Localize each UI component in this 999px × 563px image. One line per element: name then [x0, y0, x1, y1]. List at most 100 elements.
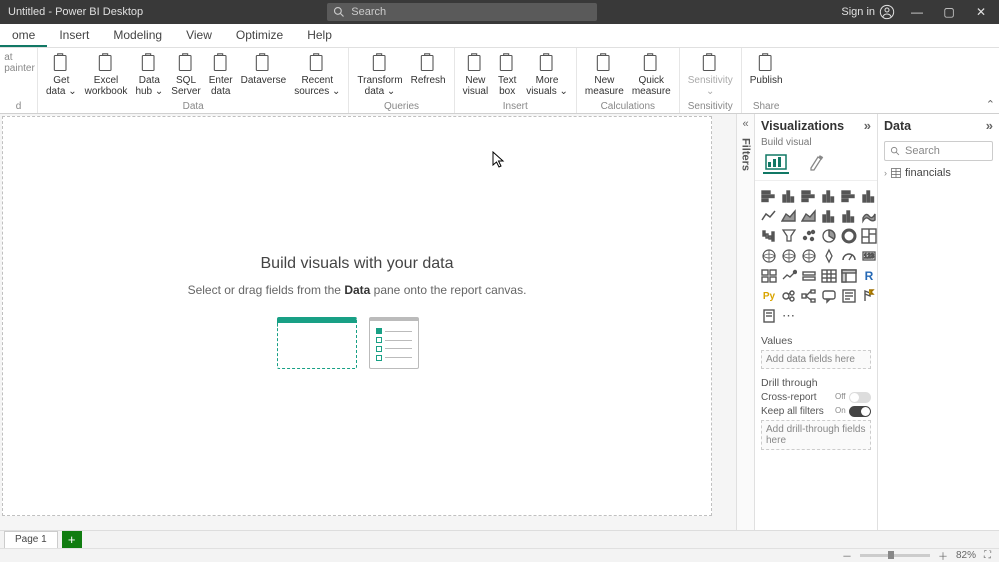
data-search-input[interactable]: Search	[884, 141, 993, 161]
ribbon-btn-g-queries-1[interactable]: Refresh	[407, 52, 450, 86]
close-button[interactable]: ✕	[971, 5, 991, 19]
tab-home[interactable]: ome	[0, 24, 47, 47]
viz-kpi[interactable]	[780, 267, 798, 285]
viz-pie[interactable]	[820, 227, 838, 245]
ribbon-icon	[369, 52, 391, 74]
tab-modeling[interactable]: Modeling	[101, 24, 174, 47]
viz-key-influencers[interactable]	[780, 287, 798, 305]
viz-clustered-bar[interactable]	[800, 187, 818, 205]
report-canvas[interactable]: Build visuals with your data Select or d…	[2, 116, 712, 516]
keep-filters-toggle[interactable]: On	[849, 406, 871, 417]
format-visual-tab[interactable]	[805, 152, 831, 174]
main-area: Build visuals with your data Select or d…	[0, 114, 999, 532]
page-tab-1[interactable]: Page 1	[4, 531, 58, 548]
viz-stacked-area[interactable]	[800, 207, 818, 225]
values-field-well[interactable]: Add data fields here	[761, 350, 871, 369]
viz-qna[interactable]	[820, 287, 838, 305]
viz-stacked-column[interactable]	[780, 187, 798, 205]
viz-100-bar[interactable]	[840, 187, 858, 205]
viz-waterfall[interactable]	[760, 227, 778, 245]
global-search[interactable]: Search	[327, 3, 597, 21]
ribbon-icon	[536, 52, 558, 74]
viz-arcgis[interactable]	[820, 247, 838, 265]
ribbon-btn-g-insert-2[interactable]: More visuals ⌄	[522, 52, 572, 97]
collapse-viz-icon[interactable]: »	[864, 118, 871, 133]
viz-decomposition[interactable]	[800, 287, 818, 305]
viz-ribbon[interactable]	[860, 207, 878, 225]
minimize-button[interactable]: ―	[907, 5, 927, 19]
table-financials[interactable]: › financials	[884, 165, 993, 181]
viz-map[interactable]	[760, 247, 778, 265]
viz-matrix[interactable]	[840, 267, 858, 285]
format-painter-button[interactable]: at painter	[4, 52, 35, 74]
viz-more[interactable]: ⋯	[780, 307, 798, 325]
viz-funnel[interactable]	[780, 227, 798, 245]
ribbon-btn-g-data-2[interactable]: Data hub ⌄	[131, 52, 167, 97]
ribbon-btn-g-data-5[interactable]: Dataverse	[237, 52, 291, 86]
viz-100-column[interactable]	[860, 187, 878, 205]
menu-tabs: ome Insert Modeling View Optimize Help	[0, 24, 999, 48]
tab-insert[interactable]: Insert	[47, 24, 101, 47]
tab-optimize[interactable]: Optimize	[224, 24, 295, 47]
viz-line-column2[interactable]	[840, 207, 858, 225]
collapse-data-icon[interactable]: »	[986, 118, 993, 133]
maximize-button[interactable]: ▢	[939, 5, 959, 19]
viz-donut[interactable]	[840, 227, 858, 245]
build-visual-tab[interactable]	[763, 152, 789, 174]
viz-line-column[interactable]	[820, 207, 838, 225]
ribbon-btn-g-calc-0[interactable]: New measure	[581, 52, 628, 97]
visualizations-pane: Visualizations » Build visual 123RPy⋯ Va…	[754, 114, 877, 532]
chevron-right-icon: ›	[884, 168, 887, 178]
viz-azure-map[interactable]	[800, 247, 818, 265]
ribbon-btn-g-insert-0[interactable]: New visual	[459, 52, 493, 97]
ribbon-btn-g-queries-0[interactable]: Transform data ⌄	[353, 52, 406, 97]
viz-narrative[interactable]	[840, 287, 858, 305]
ribbon-btn-g-data-3[interactable]: SQL Server	[167, 52, 204, 97]
viz-r[interactable]: R	[860, 267, 878, 285]
ribbon-icon	[755, 52, 777, 74]
viz-py[interactable]: Py	[760, 287, 778, 305]
sign-in-button[interactable]: Sign in	[841, 4, 895, 20]
viz-clustered-column[interactable]	[820, 187, 838, 205]
collapse-ribbon-button[interactable]: ⌃	[986, 98, 995, 111]
ribbon-btn-g-data-4[interactable]: Enter data	[205, 52, 237, 97]
viz-filled-map[interactable]	[780, 247, 798, 265]
ribbon-btn-g-data-1[interactable]: Excel workbook	[81, 52, 132, 97]
viz-card[interactable]: 123	[860, 247, 878, 265]
tab-view[interactable]: View	[174, 24, 224, 47]
expand-filters-icon[interactable]: «	[742, 118, 748, 130]
viz-area[interactable]	[780, 207, 798, 225]
viz-paginated[interactable]	[760, 307, 778, 325]
ribbon-btn-g-share-0[interactable]: Publish	[746, 52, 787, 86]
viz-treemap[interactable]	[860, 227, 878, 245]
ribbon-icon	[699, 52, 721, 74]
ribbon-btn-g-data-0[interactable]: Get data ⌄	[42, 52, 81, 97]
values-section: Values Add data fields here	[755, 331, 877, 373]
fit-page-button[interactable]: ⛶	[984, 550, 991, 561]
viz-multi-card[interactable]	[760, 267, 778, 285]
viz-table[interactable]	[820, 267, 838, 285]
tab-help[interactable]: Help	[295, 24, 344, 47]
ribbon-btn-g-insert-1[interactable]: Text box	[492, 52, 522, 97]
ribbon-icon	[138, 52, 160, 74]
viz-line[interactable]	[760, 207, 778, 225]
zoom-in-button[interactable]: ＋	[938, 548, 948, 563]
zoom-slider[interactable]	[860, 554, 930, 557]
filters-pane-collapsed[interactable]: « Filters	[736, 114, 754, 532]
ribbon-btn-g-data-6[interactable]: Recent sources ⌄	[290, 52, 344, 97]
zoom-out-button[interactable]: －	[842, 548, 852, 563]
add-page-button[interactable]: +	[62, 531, 82, 548]
viz-gauge[interactable]	[840, 247, 858, 265]
ribbon: at painter d Get data ⌄Excel workbookDat…	[0, 48, 999, 114]
svg-text:123: 123	[864, 254, 875, 260]
canvas-illustration	[277, 317, 437, 377]
drill-through-field-well[interactable]: Add drill-through fields here	[761, 420, 871, 450]
viz-stacked-bar[interactable]	[760, 187, 778, 205]
viz-scatter[interactable]	[800, 227, 818, 245]
ribbon-btn-g-calc-1[interactable]: Quick measure	[628, 52, 675, 97]
viz-goals[interactable]	[860, 287, 878, 305]
viz-slicer[interactable]	[800, 267, 818, 285]
cross-report-toggle[interactable]: Off	[849, 392, 871, 403]
ribbon-icon	[50, 52, 72, 74]
ribbon-btn-g-sens-0: Sensitivity ⌄	[684, 52, 737, 97]
